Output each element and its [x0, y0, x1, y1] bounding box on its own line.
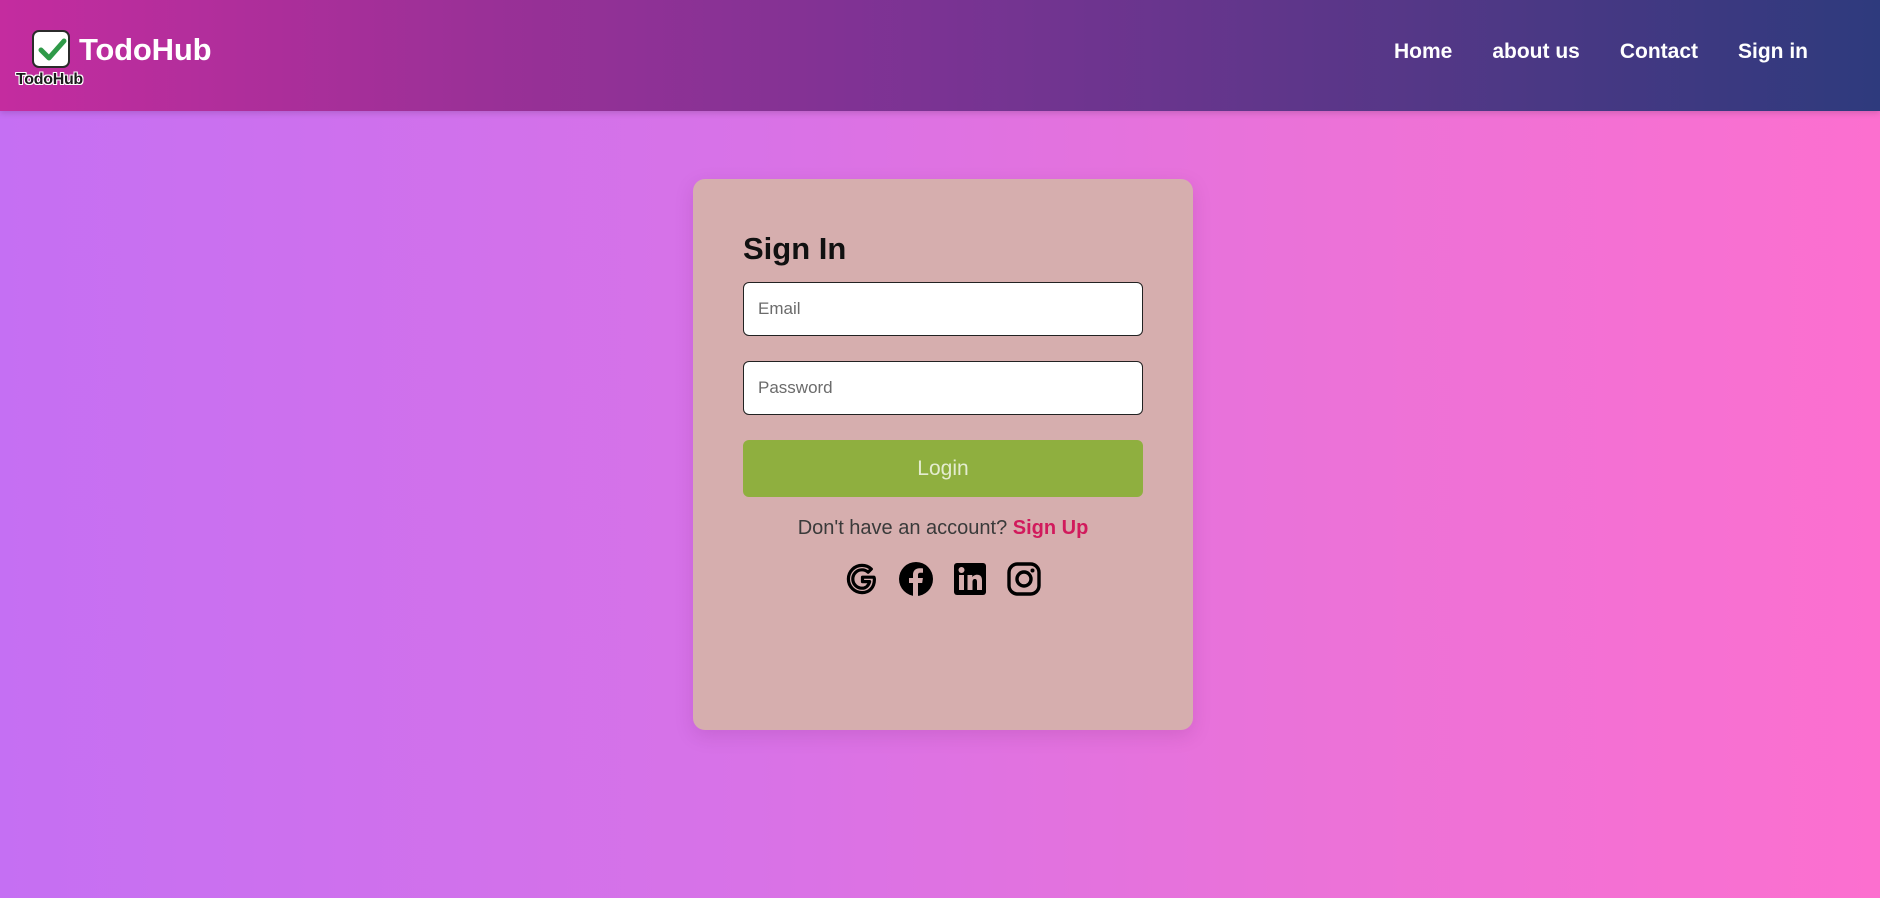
brand[interactable]: TodoHub TodoHub — [16, 30, 216, 92]
nav-about-link[interactable]: about us — [1492, 40, 1580, 64]
nav-home-link[interactable]: Home — [1394, 40, 1452, 64]
navbar: TodoHub TodoHub Home about us Contact Si… — [0, 0, 1880, 111]
email-input[interactable] — [743, 282, 1143, 336]
password-input[interactable] — [743, 361, 1143, 415]
linkedin-icon[interactable] — [952, 560, 989, 597]
signin-title: Sign In — [743, 231, 847, 266]
google-icon[interactable] — [844, 560, 881, 597]
signup-prompt-text: Don't have an account? — [797, 517, 1013, 539]
facebook-icon[interactable] — [898, 560, 935, 597]
nav-links: Home about us Contact Sign in — [1394, 40, 1808, 64]
signup-prompt: Don't have an account? Sign Up — [693, 517, 1193, 540]
signin-card: Sign In Login Don't have an account? Sig… — [693, 179, 1193, 730]
nav-contact-link[interactable]: Contact — [1620, 40, 1698, 64]
checkmark-icon — [38, 38, 67, 61]
instagram-icon[interactable] — [1006, 560, 1043, 597]
brand-name: TodoHub — [79, 32, 212, 67]
social-login-row — [693, 560, 1193, 597]
login-button[interactable]: Login — [743, 440, 1143, 497]
nav-signin-link[interactable]: Sign in — [1738, 40, 1808, 64]
check-box-icon — [32, 30, 70, 68]
logo-caption: TodoHub — [16, 71, 83, 88]
signup-link[interactable]: Sign Up — [1013, 517, 1089, 539]
